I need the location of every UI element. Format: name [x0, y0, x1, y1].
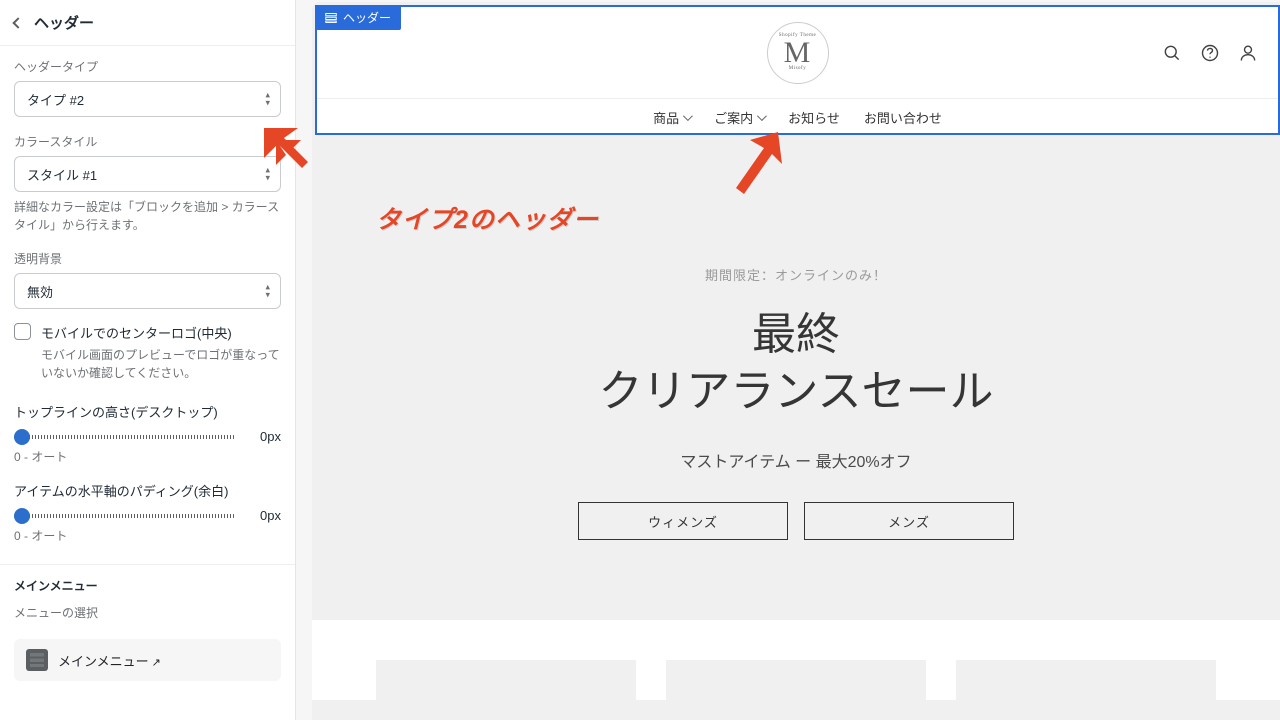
- topline-value: 0px: [245, 429, 281, 444]
- mobile-center-logo-checkbox[interactable]: [14, 323, 31, 340]
- annotation-arrow-left: [256, 120, 346, 210]
- topline-slider[interactable]: [14, 435, 235, 439]
- nav-products[interactable]: 商品: [653, 108, 690, 127]
- menu-picker[interactable]: メインメニュー: [14, 639, 281, 681]
- search-icon[interactable]: [1162, 43, 1182, 63]
- select-caret-icon: [265, 92, 270, 107]
- card-placeholder: [666, 660, 926, 700]
- preview-canvas: ヘッダー Shopify Theme M Misofy 商品 ご案内 お知らせ …: [312, 2, 1280, 720]
- padding-slider[interactable]: [14, 514, 235, 518]
- cards-section: [312, 620, 1280, 700]
- select-caret-icon: [265, 284, 270, 299]
- hero-subtext: マストアイテム ー 最大20%オフ: [332, 448, 1260, 472]
- chevron-down-icon: [757, 111, 767, 121]
- header-type-select[interactable]: タイプ #2: [14, 81, 281, 117]
- nav-news[interactable]: お知らせ: [788, 108, 840, 127]
- card-placeholder: [376, 660, 636, 700]
- nav-guide[interactable]: ご案内: [714, 108, 764, 127]
- chevron-down-icon: [683, 111, 693, 121]
- menu-picker-value: メインメニュー: [58, 651, 161, 670]
- transparent-label: 透明背景: [14, 250, 281, 267]
- annotation-arrow-right: [720, 128, 810, 208]
- selection-badge-label: ヘッダー: [343, 9, 391, 26]
- section-icon: [325, 12, 337, 24]
- sidebar-header: ヘッダー: [0, 0, 295, 46]
- nav-contact[interactable]: お問い合わせ: [864, 108, 942, 127]
- mens-button[interactable]: メンズ: [804, 502, 1014, 540]
- color-helper-text: 詳細なカラー設定は「ブロックを追加 > カラースタイル」から行えます。: [14, 198, 281, 234]
- header-utility-icons: [1162, 43, 1258, 63]
- mobile-center-logo-helper: モバイル画面のプレビューでロゴが重なっていないか確認してください。: [41, 346, 281, 382]
- account-icon[interactable]: [1238, 43, 1258, 63]
- color-style-label: カラースタイル: [14, 133, 281, 150]
- selection-badge[interactable]: ヘッダー: [315, 5, 401, 30]
- topline-height-field: トップラインの高さ(デスクトップ) 0px 0 - オート: [0, 392, 295, 471]
- site-logo[interactable]: Shopify Theme M Misofy: [767, 22, 829, 84]
- topline-slider-thumb[interactable]: [14, 429, 30, 445]
- womens-button[interactable]: ウィメンズ: [578, 502, 788, 540]
- site-header[interactable]: Shopify Theme M Misofy 商品 ご案内 お知らせ お問い合わ…: [315, 5, 1280, 135]
- color-style-value: スタイル #1: [27, 165, 97, 184]
- item-padding-field: アイテムの水平軸のパディング(余白) 0px 0 - オート: [0, 471, 295, 550]
- mobile-center-logo-label: モバイルでのセンターロゴ(中央): [41, 323, 281, 342]
- padding-label: アイテムの水平軸のパディング(余白): [14, 481, 281, 500]
- header-top-row: Shopify Theme M Misofy: [317, 7, 1278, 99]
- sidebar-title: ヘッダー: [34, 12, 94, 33]
- color-style-select[interactable]: スタイル #1: [14, 156, 281, 192]
- menu-select-label: メニューの選択: [14, 604, 281, 621]
- menu-select-field: メニューの選択: [0, 598, 295, 631]
- divider: [0, 564, 295, 565]
- field-header-type: ヘッダータイプ タイプ #2: [0, 46, 295, 121]
- mobile-center-logo-row: モバイルでのセンターロゴ(中央) モバイル画面のプレビューでロゴが重なっていない…: [0, 313, 295, 392]
- settings-sidebar: ヘッダー ヘッダータイプ タイプ #2 カラースタイル スタイル #1 詳細なカ…: [0, 0, 296, 720]
- transparent-select[interactable]: 無効: [14, 273, 281, 309]
- hero-heading: 最終 クリアランスセール: [332, 306, 1260, 420]
- header-type-label: ヘッダータイプ: [14, 58, 281, 75]
- topline-range: 0 - オート: [14, 448, 281, 465]
- annotation-text: タイプ2のヘッダー: [376, 200, 599, 236]
- field-transparent-bg: 透明背景 無効: [0, 238, 295, 313]
- main-menu-heading: メインメニュー: [0, 573, 295, 598]
- padding-range: 0 - オート: [14, 527, 281, 544]
- menu-icon: [26, 649, 48, 671]
- padding-slider-thumb[interactable]: [14, 508, 30, 524]
- hero-tag: 期間限定：オンラインのみ！: [332, 265, 1260, 284]
- back-icon[interactable]: [12, 17, 23, 28]
- header-type-value: タイプ #2: [27, 90, 84, 109]
- hero-buttons: ウィメンズ メンズ: [332, 502, 1260, 540]
- card-placeholder: [956, 660, 1216, 700]
- topline-label: トップラインの高さ(デスクトップ): [14, 402, 281, 421]
- padding-value: 0px: [245, 508, 281, 523]
- field-color-style: カラースタイル スタイル #1 詳細なカラー設定は「ブロックを追加 > カラース…: [0, 121, 295, 238]
- help-icon[interactable]: [1200, 43, 1220, 63]
- transparent-value: 無効: [27, 282, 53, 301]
